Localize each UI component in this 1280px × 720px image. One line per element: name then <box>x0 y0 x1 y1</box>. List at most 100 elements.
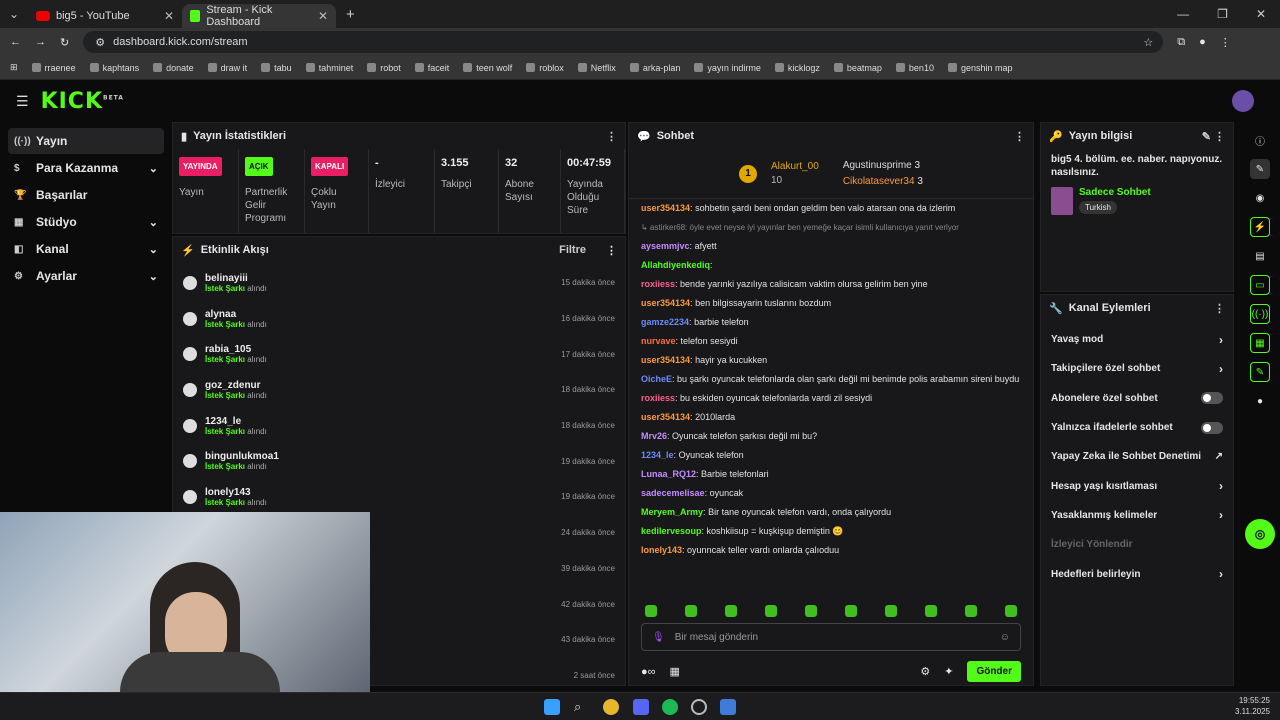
bookmark-item[interactable]: roblox <box>526 63 564 73</box>
edit-icon[interactable]: ✎ ⋮ <box>1202 130 1225 143</box>
bookmark-item[interactable]: draw it <box>207 63 247 73</box>
chat-username[interactable]: Allahdiyenkediq <box>641 260 710 270</box>
kick-logo[interactable]: KICKBETA <box>41 89 124 114</box>
close-icon[interactable]: ✕ <box>164 9 174 23</box>
bookmark-item[interactable]: yayın indirme <box>694 63 761 73</box>
bookmark-item[interactable]: teen wolf <box>463 63 512 73</box>
sidebar-item[interactable]: ((·)) Yayın <box>8 128 164 154</box>
hamburger-icon[interactable]: ☰ <box>16 93 29 110</box>
activity-user[interactable]: rabia_105 <box>205 344 267 355</box>
emote-icon[interactable] <box>925 605 937 617</box>
wrench-icon[interactable]: ✎ <box>1250 362 1270 382</box>
chat-username[interactable]: gamze2234 <box>641 317 689 327</box>
bookmark-item[interactable]: arka-plan <box>629 63 680 73</box>
document-icon[interactable]: ▤ <box>1250 246 1270 266</box>
emote-icon[interactable] <box>685 605 697 617</box>
chat-username[interactable]: sadecemelisae <box>641 488 705 498</box>
chevron-right-icon[interactable]: › <box>1219 333 1223 347</box>
gift-icon[interactable]: ✦ <box>944 665 953 678</box>
menu-icon[interactable]: ⋮ <box>1220 36 1231 49</box>
chat-username[interactable]: aysemmjvc <box>641 241 690 251</box>
chat-username[interactable]: roxiiess <box>641 393 675 403</box>
chat-username[interactable]: Lunaa_RQ12 <box>641 469 696 479</box>
more-icon[interactable]: ⋮ <box>606 130 617 143</box>
tab-search-icon[interactable]: ⌄ <box>0 7 28 21</box>
activity-user[interactable]: 1234_le <box>205 416 267 427</box>
action-row[interactable]: İzleyici Yönlendir <box>1041 530 1233 559</box>
mic-icon[interactable]: 🎙 <box>652 632 665 643</box>
emote-icon[interactable] <box>845 605 857 617</box>
bookmark-item[interactable]: genshin map <box>947 63 1013 73</box>
sidebar-item[interactable]: ⚙ Ayarlar ⌄ <box>8 263 164 289</box>
bookmark-item[interactable]: kaphtans <box>89 63 139 73</box>
action-row[interactable]: Hesap yaşı kısıtlaması › <box>1041 471 1233 500</box>
broadcast-icon[interactable]: ((·)) <box>1250 304 1270 324</box>
sidebar-item[interactable]: $ Para Kazanma ⌄ <box>8 155 164 181</box>
chevron-down-icon[interactable]: ⌄ <box>149 216 158 229</box>
sidebar-item[interactable]: 🏆 Başarılar <box>8 182 164 208</box>
emote-icon[interactable] <box>645 605 657 617</box>
chevron-down-icon[interactable]: ⌄ <box>149 243 158 256</box>
layout-icon[interactable]: ▦ <box>1250 333 1270 353</box>
more-icon[interactable]: ⋮ <box>1214 302 1225 315</box>
emote-icon[interactable] <box>965 605 977 617</box>
forward-icon[interactable]: → <box>35 36 46 48</box>
action-row[interactable]: Takipçilere özel sohbet › <box>1041 354 1233 383</box>
chat-username[interactable]: Mrv26 <box>641 431 667 441</box>
activity-user[interactable]: bingunlukmoa1 <box>205 451 279 462</box>
search-icon[interactable]: ⌕ <box>574 699 590 715</box>
discord-icon[interactable] <box>633 699 649 715</box>
filter-button[interactable]: Filtre <box>559 244 586 256</box>
chat-username[interactable]: user354134 <box>641 203 690 213</box>
chat-input[interactable]: 🎙 Bir mesaj gönderin ☺ <box>641 623 1021 651</box>
points-icon[interactable]: ●∞ <box>641 666 656 678</box>
sidebar-item[interactable]: ▦ Stüdyo ⌄ <box>8 209 164 235</box>
bookmark-item[interactable]: faceit <box>414 63 449 73</box>
edit-icon[interactable]: ✎ <box>1250 159 1270 179</box>
store-icon[interactable]: ▦ <box>670 665 680 678</box>
action-row[interactable]: Hedefleri belirleyin › <box>1041 559 1233 588</box>
more-icon[interactable]: ⋮ <box>1014 130 1025 143</box>
obs-icon[interactable] <box>691 699 707 715</box>
chat-username[interactable]: kedilervesoup <box>641 526 702 536</box>
activity-user[interactable]: lonely143 <box>205 487 267 498</box>
bookmark-item[interactable]: tahminet <box>305 63 353 73</box>
category-name[interactable]: Sadece Sohbet <box>1079 187 1151 198</box>
chat-username[interactable]: nurvave <box>641 336 676 346</box>
activity-user[interactable]: alynaa <box>205 309 267 320</box>
action-row[interactable]: Yalnızca ifadelerle sohbet <box>1041 413 1233 442</box>
bookmark-item[interactable]: rraenee <box>31 63 76 73</box>
tab-youtube[interactable]: big5 - YouTube ✕ <box>28 4 182 28</box>
chrome-icon[interactable] <box>603 699 619 715</box>
reload-icon[interactable]: ↻ <box>60 36 69 49</box>
windows-start-icon[interactable] <box>544 699 560 715</box>
chat-username[interactable]: roxiiess <box>641 279 675 289</box>
chat-username[interactable]: user354134 <box>641 412 690 422</box>
settings-icon[interactable]: ⚙ <box>920 665 930 678</box>
bookmark-item[interactable]: kicklogz <box>774 63 820 73</box>
app-icon[interactable] <box>720 699 736 715</box>
more-icon[interactable]: ⋮ <box>606 244 617 257</box>
emoji-icon[interactable]: ☺ <box>1000 632 1010 643</box>
toggle-switch[interactable] <box>1201 392 1223 405</box>
chat-username[interactable]: Meryem_Army <box>641 507 703 517</box>
profile-avatar[interactable]: ● <box>1199 36 1206 48</box>
spotify-icon[interactable] <box>662 699 678 715</box>
maximize-icon[interactable]: ❐ <box>1217 7 1228 21</box>
activity-user[interactable]: goz_zdenur <box>205 380 267 391</box>
action-row[interactable]: Yapay Zeka ile Sohbet Denetimi ↗ <box>1041 442 1233 471</box>
apps-icon[interactable]: ⊞ <box>10 62 18 73</box>
external-link-icon[interactable]: ↗ <box>1215 451 1223 462</box>
chevron-down-icon[interactable]: ⌄ <box>149 162 158 175</box>
chat-username[interactable]: user354134 <box>641 355 690 365</box>
sidebar-item[interactable]: ◧ Kanal ⌄ <box>8 236 164 262</box>
action-row[interactable]: Yavaş mod › <box>1041 325 1233 354</box>
close-icon[interactable]: ✕ <box>318 9 328 23</box>
extensions-icon[interactable]: ⧉ <box>1177 36 1185 49</box>
emote-icon[interactable] <box>805 605 817 617</box>
action-row[interactable]: Yasaklanmış kelimeler › <box>1041 501 1233 530</box>
bookmark-item[interactable]: beatmap <box>833 63 882 73</box>
back-icon[interactable]: ← <box>10 36 21 48</box>
user-avatar[interactable] <box>1232 90 1254 112</box>
tab-kick[interactable]: Stream - Kick Dashboard ✕ <box>182 4 336 28</box>
